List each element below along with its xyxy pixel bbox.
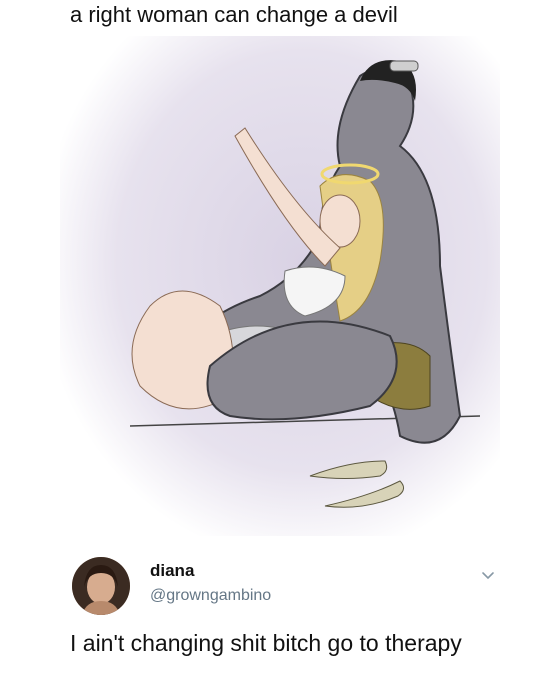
tweet-card: diana @growngambino I ain't changing shi…	[0, 545, 557, 680]
illustration	[60, 36, 500, 536]
author-handle[interactable]: @growngambino	[150, 587, 271, 605]
profile-photo-icon	[72, 557, 130, 615]
tweet-text: I ain't changing shit bitch go to therap…	[70, 630, 462, 656]
chevron-down-icon[interactable]	[480, 567, 496, 583]
meme-caption: a right woman can change a devil	[70, 2, 398, 27]
author-name[interactable]: diana	[150, 561, 194, 581]
avatar[interactable]	[72, 557, 130, 615]
devil-goggles	[389, 60, 419, 72]
